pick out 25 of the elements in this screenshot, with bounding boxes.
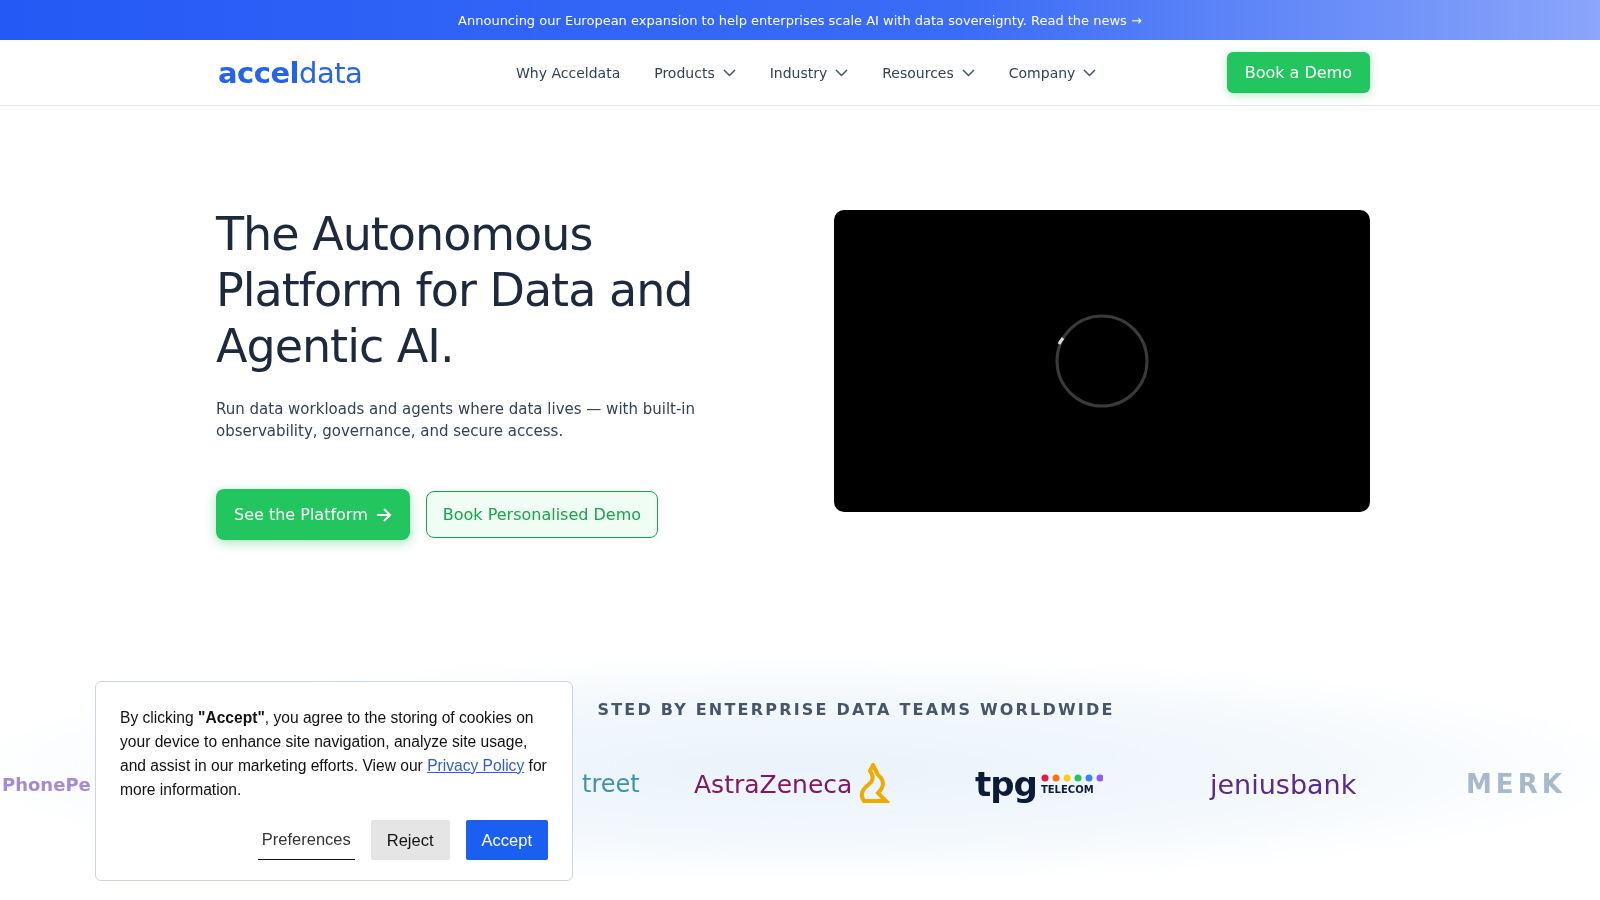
cookie-message: By clicking "Accept", you agree to the storing of cookies on your device to enhance site navigation, analyze site usage, and assist in our marketing efforts. View our Privacy Policy for more information. [120, 708, 548, 800]
cookie-button[interactable]: Reject [370, 820, 450, 860]
nav-item[interactable]: Company [1000, 60, 1105, 85]
customer-logo: PhonePe [2, 773, 91, 795]
hero-subtitle: Run data workloads and agents where data lives — with built-in observability, governance, and secure access. [216, 399, 697, 442]
customer-logo: AstraZeneca [694, 769, 853, 799]
announcement-link[interactable]: Announcing our European expansion to help enterprises scale AI with data sovereignty. Read the news → [458, 12, 1142, 28]
section-heading: STED BY ENTERPRISE DATA TEAMS WORLDWIDE [597, 700, 1115, 719]
cookie-button[interactable]: Accept [465, 820, 548, 860]
nav-item[interactable]: Products [646, 60, 744, 85]
hero-title: The Autonomous Platform for Data and Agentic AI. [216, 206, 694, 374]
cookie-button[interactable]: Preferences [257, 820, 355, 860]
nav-item[interactable]: Why Acceldata [508, 60, 629, 85]
customer-logo: MERK [1466, 769, 1566, 799]
nav-item[interactable]: Resources [874, 60, 983, 85]
customer-logo: treet [582, 770, 640, 798]
customer-logo: tpg [975, 764, 1037, 804]
privacy-policy-link[interactable]: Privacy Policy [427, 757, 525, 774]
brand-logo[interactable]: acceldata [218, 55, 508, 90]
dots-icon [1040, 773, 1103, 782]
video-player[interactable] [834, 210, 1370, 512]
nav-item[interactable]: Industry [761, 60, 857, 85]
logo-subtitle: TELECOM [1040, 783, 1095, 795]
arrow-right-icon [375, 507, 392, 522]
customer-logo: jeniusbank [1210, 768, 1357, 800]
